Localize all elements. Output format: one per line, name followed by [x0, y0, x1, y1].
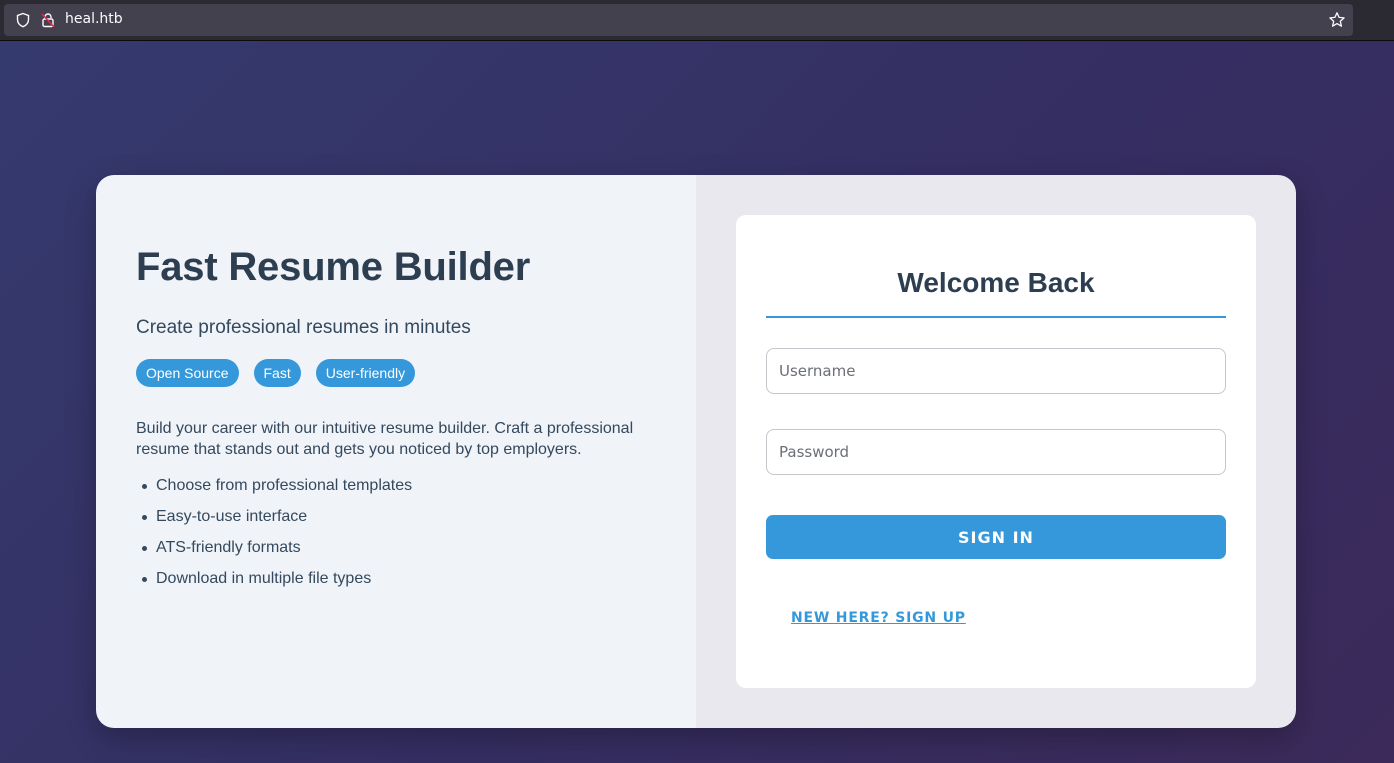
hero-title: Fast Resume Builder — [136, 245, 531, 289]
sign-in-button[interactable]: SIGN IN — [766, 515, 1226, 559]
star-icon[interactable] — [1328, 11, 1346, 29]
form-panel: Welcome Back SIGN IN NEW HERE? SIGN UP — [696, 175, 1296, 728]
feature-item: ATS-friendly formats — [136, 537, 412, 568]
feature-item: Download in multiple file types — [136, 568, 412, 599]
tag-badge: Open Source — [136, 359, 239, 387]
username-input[interactable] — [766, 348, 1226, 394]
heading-underline — [766, 316, 1226, 318]
url-text[interactable]: heal.htb — [65, 11, 123, 27]
form-heading: Welcome Back — [897, 267, 1095, 298]
hero-description: Build your career with our intuitive res… — [136, 420, 634, 458]
feature-item: Choose from professional templates — [136, 475, 412, 506]
shield-icon[interactable] — [15, 12, 31, 28]
login-form: Welcome Back SIGN IN NEW HERE? SIGN UP — [736, 215, 1256, 688]
page-background: Fast Resume Builder Create professional … — [0, 41, 1394, 763]
tag-badge: Fast — [253, 359, 301, 387]
address-bar[interactable]: heal.htb — [4, 4, 1353, 36]
tag-list: Open Source Fast User-friendly — [136, 359, 416, 387]
tag-badge: User-friendly — [315, 359, 416, 387]
hero-panel: Fast Resume Builder Create professional … — [96, 175, 696, 728]
hero-subtitle: Create professional resumes in minutes — [136, 317, 471, 338]
feature-list: Choose from professional templates Easy-… — [136, 475, 412, 599]
login-card: Fast Resume Builder Create professional … — [96, 175, 1296, 728]
sign-up-link[interactable]: NEW HERE? SIGN UP — [791, 610, 966, 626]
feature-item: Easy-to-use interface — [136, 506, 412, 537]
lock-insecure-icon[interactable] — [40, 12, 56, 28]
password-input[interactable] — [766, 429, 1226, 475]
browser-toolbar: heal.htb — [0, 0, 1394, 41]
